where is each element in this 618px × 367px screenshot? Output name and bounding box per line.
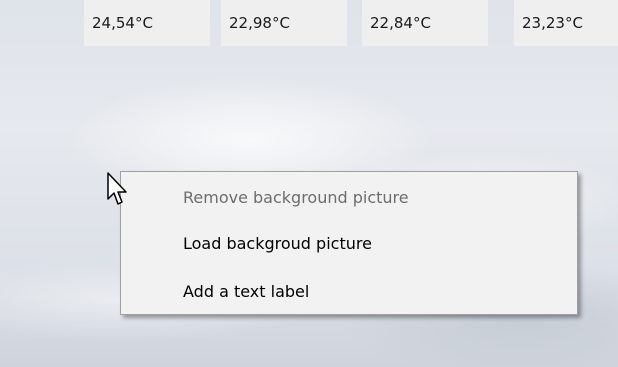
temperature-label-2: 22,98°C [221,0,347,46]
context-menu: Remove background picture Load backgroud… [120,171,578,315]
menu-item-label: Load backgroud picture [183,234,372,253]
menu-item-remove-background-picture[interactable]: Remove background picture [183,184,409,212]
temperature-label-4: 23,23°C [514,0,618,46]
menu-item-label: Add a text label [183,282,310,301]
temperature-value: 23,23°C [522,14,583,32]
temperature-value: 22,84°C [370,14,431,32]
temperature-label-1: 24,54°C [84,0,210,46]
menu-item-load-background-picture[interactable]: Load backgroud picture [183,230,372,258]
temperature-value: 22,98°C [229,14,290,32]
temperature-label-3: 22,84°C [362,0,488,46]
temperature-value: 24,54°C [92,14,153,32]
menu-item-add-text-label[interactable]: Add a text label [183,278,309,306]
arrow-cursor-icon [107,172,127,205]
menu-item-label: Remove background picture [183,188,409,207]
